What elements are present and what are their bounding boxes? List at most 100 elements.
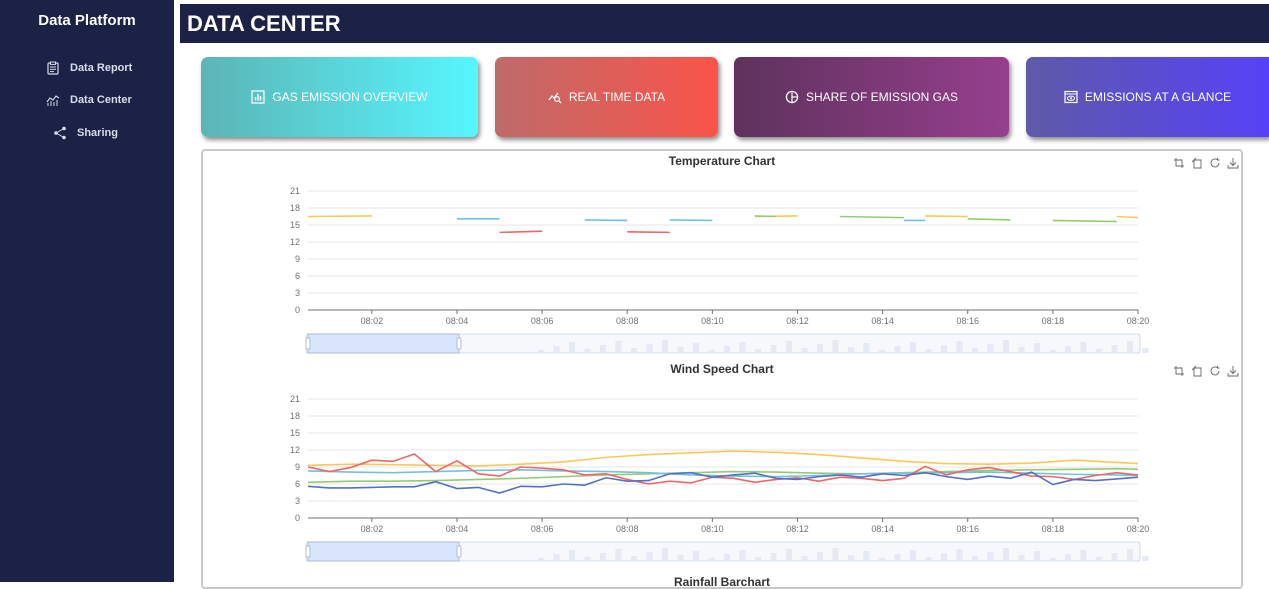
y-tick-label: 15 <box>290 220 300 230</box>
zoom-preview-bar <box>801 556 808 561</box>
y-tick-label: 3 <box>295 288 300 298</box>
series-line-0 <box>307 215 372 218</box>
y-tick-label: 6 <box>295 479 300 489</box>
zoom-preview-bar <box>848 347 854 353</box>
zoom-preview-bar <box>1142 348 1149 353</box>
x-tick-label: 08:02 <box>361 524 384 534</box>
y-tick-label: 9 <box>295 254 300 264</box>
x-tick-label: 08:14 <box>871 316 894 326</box>
zoom-preview-bar <box>631 348 637 353</box>
card-gas-emission-overview[interactable]: GAS EMISSION OVERVIEW <box>201 57 478 137</box>
zoom-preview-bar <box>1003 548 1009 561</box>
zoom-preview-bar <box>987 552 994 561</box>
card-emissions-at-a-glance[interactable]: EMISSIONS AT A GLANCE <box>1026 57 1269 137</box>
zoom-preview-bar <box>925 557 932 561</box>
zoom-preview-bar <box>863 343 870 353</box>
series-line-3 <box>840 215 904 219</box>
zoom-handle-left <box>305 337 311 350</box>
zoom-preview-bar <box>708 350 715 353</box>
zoom-preview-bar <box>569 342 575 353</box>
series-line-2 <box>499 230 543 234</box>
zoom-preview-bar <box>646 344 653 353</box>
y-tick-label: 6 <box>295 271 300 281</box>
y-tick-label: 12 <box>290 445 300 455</box>
zoom-preview-bar <box>786 341 792 353</box>
zoom-preview-bar <box>693 343 699 353</box>
zoom-preview-bar <box>584 349 591 353</box>
sidebar-item-data-report[interactable]: Data Report <box>46 61 132 75</box>
x-tick-label: 08:16 <box>956 524 979 534</box>
series-line-0 <box>307 450 1139 467</box>
sidebar-item-data-center[interactable]: Data Center <box>46 93 132 107</box>
y-tick-label: 21 <box>290 394 300 404</box>
zoom-preview-bar <box>1065 346 1071 353</box>
zoom-handle-left <box>305 545 311 558</box>
x-tick-label: 08:20 <box>1127 524 1150 534</box>
x-tick-label: 08:04 <box>446 524 469 534</box>
zoom-preview-bar <box>553 554 560 561</box>
zoom-preview-bar <box>646 552 653 561</box>
card-real-time-data[interactable]: REAL TIME DATA <box>495 57 718 137</box>
x-tick-label: 08:14 <box>871 524 894 534</box>
zoom-preview-bar <box>848 555 854 561</box>
zoom-selection <box>307 333 460 354</box>
card-share-of-emission-gas[interactable]: SHARE OF EMISSION GAS <box>734 57 1009 137</box>
app-title: Data Platform <box>38 12 136 29</box>
zoom-preview-bar <box>708 558 715 561</box>
zoom-preview-bar <box>941 553 947 561</box>
y-tick-label: 3 <box>295 496 300 506</box>
zoom-preview-bar <box>1018 347 1025 353</box>
zoom-preview-bar <box>724 554 730 561</box>
sidebar-item-label: Sharing <box>77 127 118 139</box>
zoom-preview-bar <box>941 345 947 353</box>
zoom-preview-bar <box>1111 553 1118 561</box>
y-tick-label: 12 <box>290 237 300 247</box>
zoom-preview-bar <box>755 557 761 561</box>
zoom-preview-bar <box>615 549 622 561</box>
zoom-preview-bar <box>1003 340 1009 353</box>
zoom-preview-bar <box>817 552 823 561</box>
zoom-preview-bar <box>770 553 777 561</box>
x-tick-label: 08:16 <box>956 316 979 326</box>
zoom-preview-bar <box>972 348 978 353</box>
bar-chart-icon <box>251 90 266 104</box>
zoom-preview-bar <box>1065 554 1071 561</box>
zoom-preview-bar <box>1127 549 1133 561</box>
series-line-2 <box>627 231 670 234</box>
x-tick-label: 08:10 <box>701 524 724 534</box>
x-tick-label: 08:18 <box>1042 316 1065 326</box>
pie-chart-icon <box>785 90 799 104</box>
zoom-preview-bar <box>801 348 808 353</box>
share-icon <box>54 126 66 140</box>
zoom-preview-bar <box>894 554 901 561</box>
zoom-preview-bar <box>631 556 637 561</box>
zoom-preview-bar <box>677 347 684 353</box>
series-line-0 <box>1116 215 1139 219</box>
zoom-preview-bar <box>538 350 544 353</box>
card-label: EMISSIONS AT A GLANCE <box>1084 90 1232 104</box>
zoom-preview-bar <box>1034 343 1040 353</box>
zoom-preview-bar <box>1127 341 1133 353</box>
sidebar-item-sharing[interactable]: Sharing <box>53 126 118 140</box>
card-label: REAL TIME DATA <box>568 90 666 104</box>
series-line-3 <box>1052 219 1117 223</box>
zoom-preview-bar <box>538 558 544 561</box>
zoom-preview-bar <box>956 341 963 353</box>
zoom-preview-bar <box>832 340 839 353</box>
zoom-preview-bar <box>1142 556 1149 561</box>
zoom-preview-bar <box>693 551 699 561</box>
zoom-handle-right <box>456 545 462 558</box>
eye-box-icon <box>1064 90 1078 104</box>
line-chart-icon <box>46 95 60 106</box>
x-tick-label: 08:18 <box>1042 524 1065 534</box>
y-tick-label: 0 <box>295 513 300 523</box>
y-tick-label: 0 <box>295 305 300 315</box>
zoom-preview-bar <box>1018 555 1025 561</box>
series-line-3 <box>754 215 777 218</box>
series-line-1 <box>584 219 628 222</box>
sidebar: Data Platform Data Report Data Center Sh… <box>0 0 174 582</box>
zoom-preview-bar <box>879 558 885 561</box>
page-header: DATA CENTER <box>180 4 1269 43</box>
zoom-preview-bar <box>770 345 777 353</box>
trend-search-icon <box>548 92 562 104</box>
